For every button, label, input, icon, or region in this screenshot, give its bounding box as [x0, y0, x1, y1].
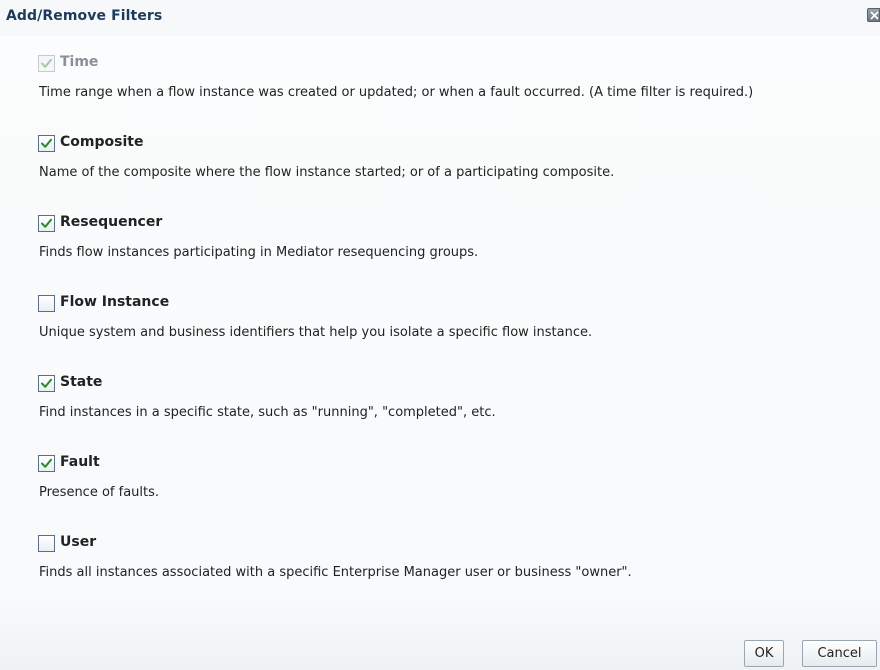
filter-description: Presence of faults. [39, 485, 160, 500]
filter-header: Flow Instance [38, 294, 880, 314]
filter-header: Fault [38, 454, 880, 474]
filter-item-resequencer: Resequencer Finds flow instances partici… [38, 214, 880, 294]
flow-instance-checkbox[interactable] [38, 295, 55, 312]
filter-item-composite: Composite Name of the composite where th… [38, 134, 880, 214]
resequencer-checkbox[interactable] [38, 215, 55, 232]
filter-header: Resequencer [38, 214, 880, 234]
fault-checkbox[interactable] [38, 455, 55, 472]
checkmark-icon [41, 138, 52, 148]
filter-item-time: Time Time range when a flow instance was… [38, 54, 880, 134]
close-icon[interactable] [867, 8, 880, 22]
filter-label[interactable]: User [60, 534, 96, 550]
filter-header: State [38, 374, 880, 394]
time-checkbox [38, 55, 55, 72]
filter-description: Time range when a flow instance was crea… [39, 85, 754, 100]
filter-label: Time [60, 54, 99, 70]
filter-label[interactable]: State [60, 374, 102, 390]
filter-description: Finds all instances associated with a sp… [39, 565, 632, 580]
add-remove-filters-dialog: Add/Remove Filters Time Time range when … [0, 0, 880, 670]
filter-description: Finds flow instances participating in Me… [39, 245, 479, 260]
filter-header: Time [38, 54, 880, 74]
checkmark-icon [41, 218, 52, 228]
checkmark-icon [41, 378, 52, 388]
dialog-footer: OK Cancel [0, 630, 880, 670]
filter-item-user: User Finds all instances associated with… [38, 534, 880, 614]
filter-list: Time Time range when a flow instance was… [38, 54, 880, 614]
checkmark-icon [41, 58, 52, 68]
filter-item-fault: Fault Presence of faults. [38, 454, 880, 534]
checkmark-icon [41, 458, 52, 468]
dialog-titlebar: Add/Remove Filters [0, 0, 880, 36]
filter-item-flow-instance: Flow Instance Unique system and business… [38, 294, 880, 374]
filter-label[interactable]: Composite [60, 134, 143, 150]
filter-label[interactable]: Resequencer [60, 214, 162, 230]
filter-label[interactable]: Flow Instance [60, 294, 169, 310]
ok-button[interactable]: OK [744, 640, 784, 667]
filter-description: Name of the composite where the flow ins… [39, 165, 615, 180]
state-checkbox[interactable] [38, 375, 55, 392]
filter-label[interactable]: Fault [60, 454, 100, 470]
filter-item-state: State Find instances in a specific state… [38, 374, 880, 454]
composite-checkbox[interactable] [38, 135, 55, 152]
user-checkbox[interactable] [38, 535, 55, 552]
filter-description: Find instances in a specific state, such… [39, 405, 496, 420]
dialog-title: Add/Remove Filters [6, 8, 163, 24]
filter-header: User [38, 534, 880, 554]
filter-description: Unique system and business identifiers t… [39, 325, 593, 340]
filter-header: Composite [38, 134, 880, 154]
cancel-button[interactable]: Cancel [802, 640, 877, 667]
